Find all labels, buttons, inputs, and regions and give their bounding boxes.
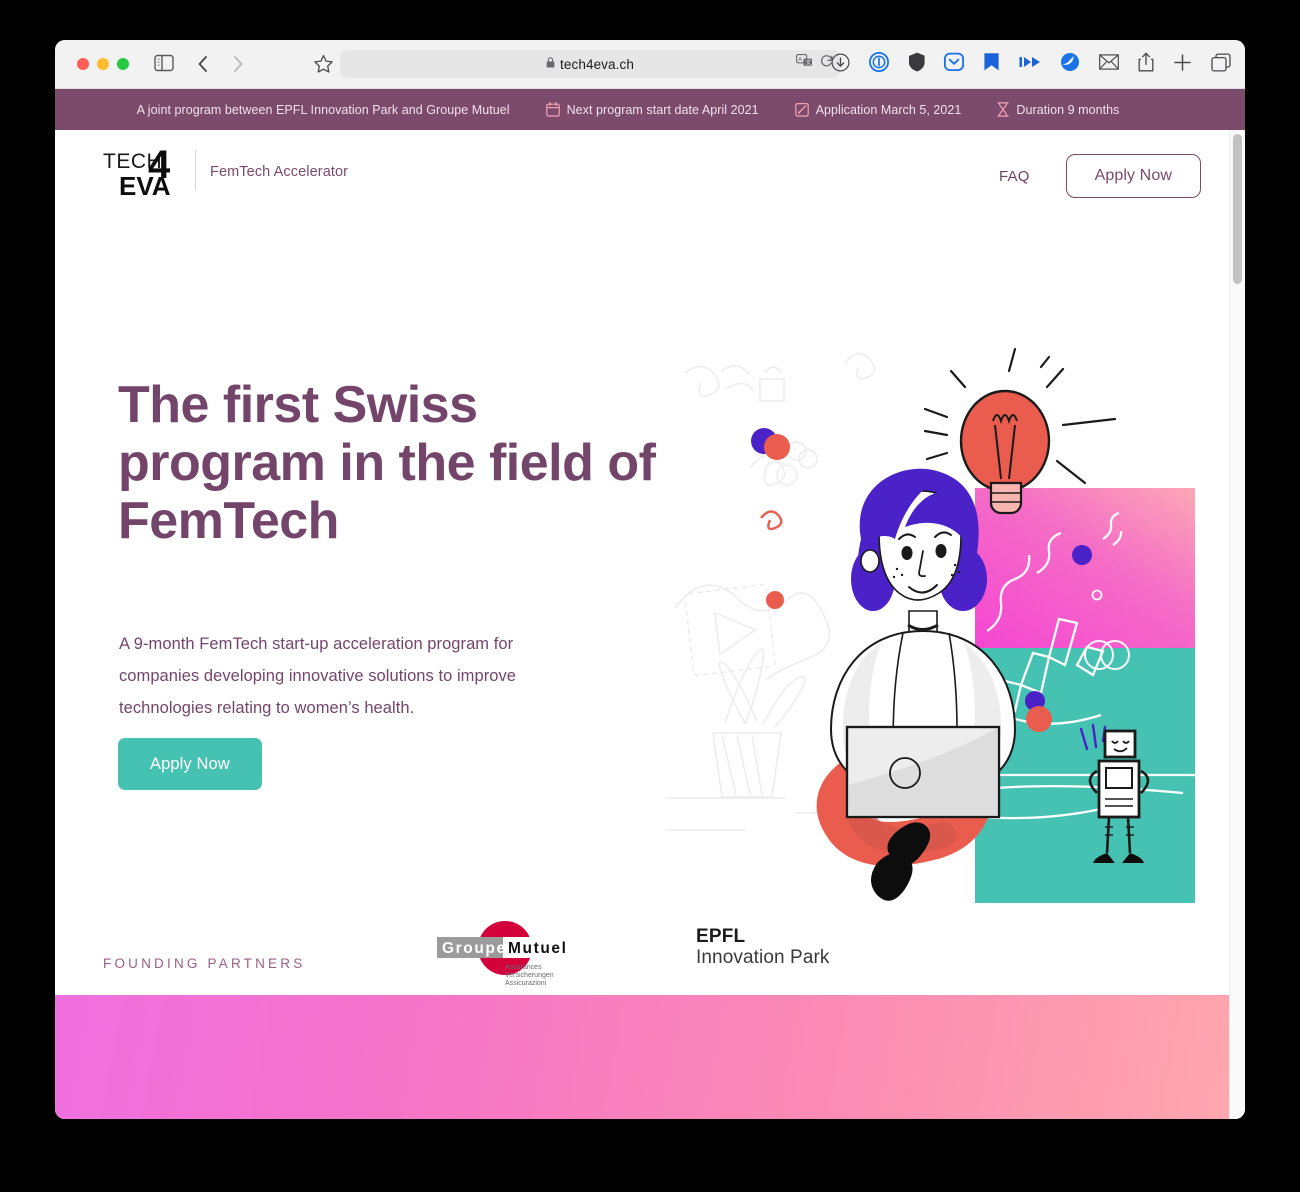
- svg-text:Assurances: Assurances: [505, 964, 542, 971]
- globe-browser-icon[interactable]: [1060, 52, 1080, 72]
- svg-text:A: A: [798, 57, 802, 63]
- page-title: The first Swiss program in the field of …: [118, 376, 656, 550]
- new-tab-icon[interactable]: [1173, 53, 1192, 72]
- page-content: A joint program between EPFL Innovation …: [55, 89, 1245, 1119]
- traffic-lights: [77, 58, 129, 70]
- star-bookmark-icon[interactable]: [313, 54, 334, 79]
- logo-divider: [195, 150, 196, 190]
- fastforward-icon[interactable]: [1019, 54, 1041, 70]
- close-button[interactable]: [77, 58, 89, 70]
- address-bar[interactable]: tech4eva.ch A文: [340, 50, 840, 78]
- svg-text:Assicurazioni: Assicurazioni: [505, 980, 547, 987]
- groupe-mutuel-logo[interactable]: Groupe Mutuel Assurances Versicherungen …: [435, 918, 575, 993]
- hero-section: The first Swiss program in the field of …: [55, 218, 1245, 936]
- lock-icon: [546, 57, 555, 71]
- announcement-text: Next program start date April 2021: [566, 102, 759, 117]
- announcement-text: Application March 5, 2021: [815, 102, 962, 117]
- woman-with-laptop-illustration: [665, 343, 1222, 936]
- onepassword-icon[interactable]: [869, 52, 889, 72]
- epfl-line2: Innovation Park: [696, 947, 830, 968]
- bookmark-flag-icon[interactable]: [983, 52, 1000, 72]
- url-text: tech4eva.ch: [560, 56, 634, 72]
- forward-arrow-icon[interactable]: [231, 54, 245, 79]
- svg-text:Mutuel: Mutuel: [508, 940, 568, 957]
- pocket-icon[interactable]: [944, 52, 964, 72]
- svg-text:文: 文: [806, 58, 812, 66]
- downloads-icon[interactable]: [831, 53, 850, 72]
- browser-window: tech4eva.ch A文 A joint program between E…: [55, 40, 1245, 1119]
- pencil-edit-icon: [794, 102, 809, 117]
- hero-description: A 9-month FemTech start-up acceleration …: [119, 635, 516, 717]
- hourglass-icon: [997, 102, 1010, 117]
- minimize-button[interactable]: [97, 58, 109, 70]
- hero-apply-now-button[interactable]: Apply Now: [118, 738, 262, 790]
- epfl-line1: EPFL: [696, 926, 746, 947]
- announcement-item-application: Application March 5, 2021: [794, 102, 962, 117]
- mail-icon[interactable]: [1099, 54, 1119, 70]
- sidebar-toggle-icon[interactable]: [154, 54, 174, 77]
- back-arrow-icon[interactable]: [196, 54, 210, 79]
- share-icon[interactable]: [1138, 52, 1154, 72]
- shield-privacy-icon[interactable]: [908, 52, 925, 72]
- announcement-item-start-date: Next program start date April 2021: [545, 102, 759, 117]
- founding-partners-label: FOUNDING PARTNERS: [103, 956, 306, 971]
- tab-overview-icon[interactable]: [1211, 52, 1231, 72]
- epfl-innovation-park-logo[interactable]: EPFL Innovation Park: [696, 926, 830, 969]
- announcement-text: Duration 9 months: [1016, 102, 1120, 117]
- maximize-button[interactable]: [117, 58, 129, 70]
- svg-text:Versicherungen: Versicherungen: [505, 972, 554, 979]
- address-bar-actions: A文: [796, 54, 834, 73]
- calendar-icon: [545, 102, 560, 117]
- toolbar-right-actions: [831, 52, 1231, 72]
- scrollbar-thumb[interactable]: [1233, 134, 1242, 284]
- footer-gradient-band: [55, 995, 1245, 1119]
- nav-apply-now-button[interactable]: Apply Now: [1065, 154, 1201, 198]
- browser-toolbar: tech4eva.ch A文: [55, 40, 1245, 89]
- navbar-actions: FAQ Apply Now: [999, 154, 1201, 198]
- nav-link-faq[interactable]: FAQ: [999, 168, 1030, 185]
- announcement-item-program: A joint program between EPFL Innovation …: [137, 103, 510, 117]
- site-tagline: FemTech Accelerator: [210, 164, 349, 180]
- announcement-text: A joint program between EPFL Innovation …: [136, 102, 510, 117]
- site-navbar: TECH 4 EVA FemTech Accelerator FAQ Apply…: [55, 130, 1245, 218]
- translate-icon[interactable]: A文: [796, 54, 813, 73]
- announcement-item-duration: Duration 9 months: [997, 102, 1119, 117]
- svg-text:Groupe: Groupe: [442, 940, 507, 957]
- announcement-bar: A joint program between EPFL Innovation …: [55, 89, 1245, 130]
- tech4eva-logo[interactable]: TECH 4 EVA: [103, 145, 179, 204]
- logo-bottom-text: EVA: [119, 171, 171, 201]
